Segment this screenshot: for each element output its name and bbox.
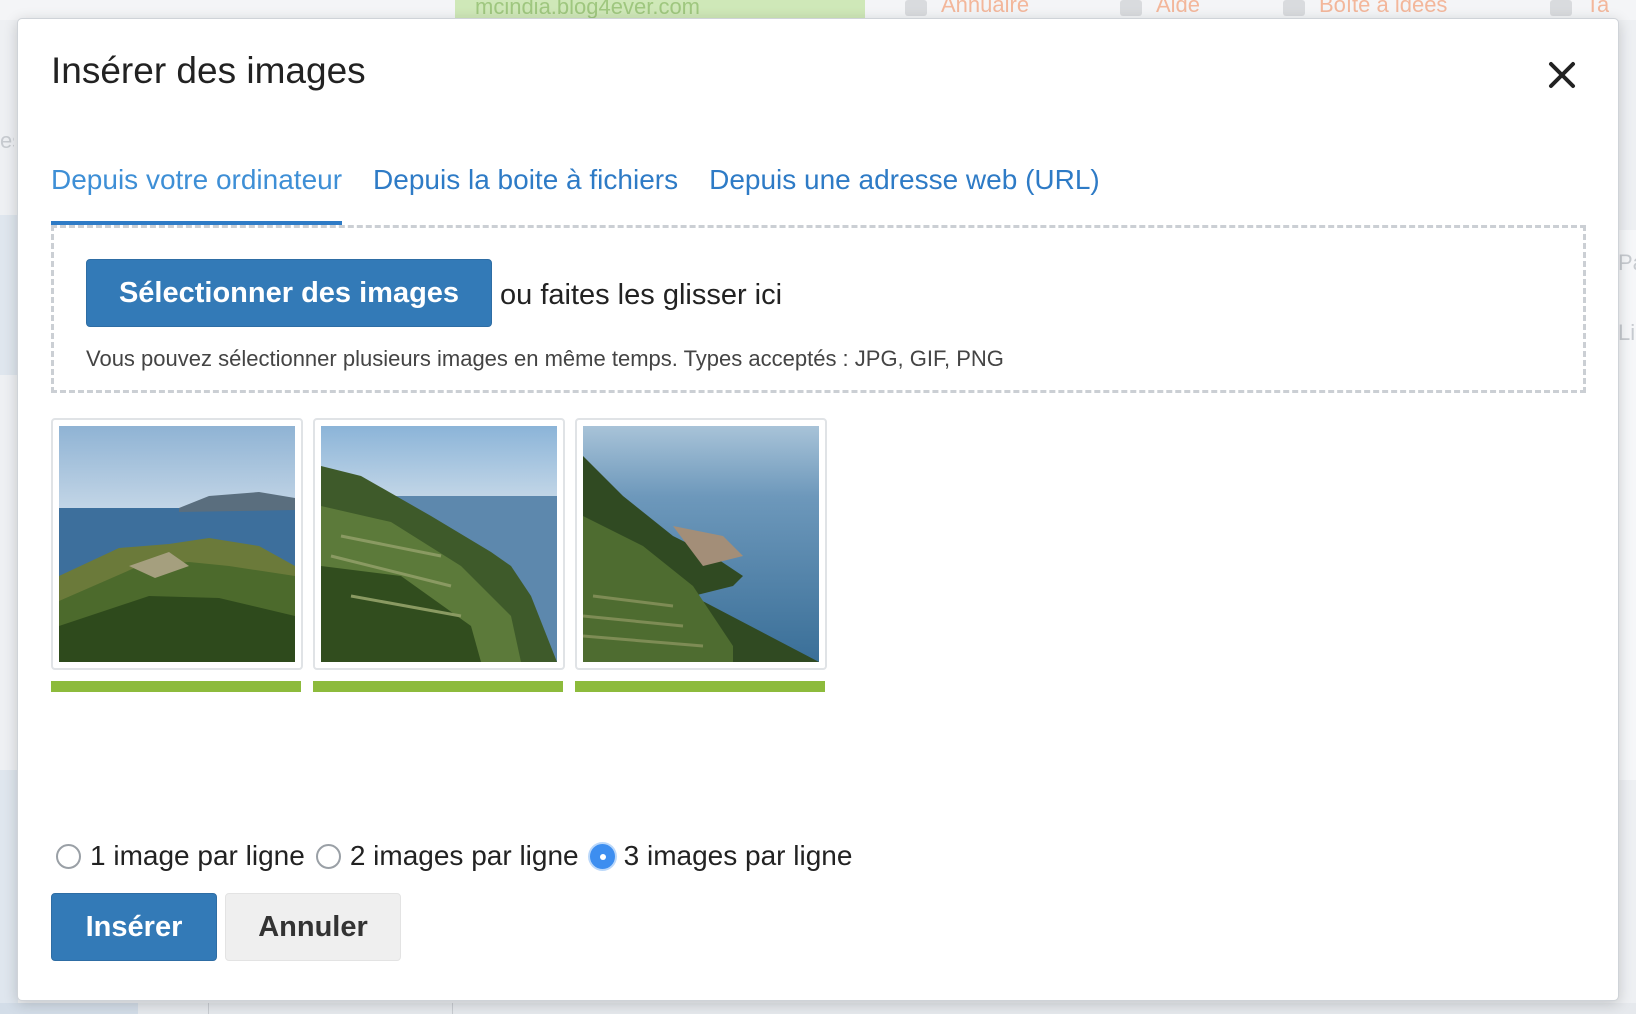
drop-instruction: ou faites les glisser ici (500, 279, 783, 311)
background-bottom-bar (0, 1003, 1636, 1014)
help-icon (1120, 0, 1142, 16)
landscape-photo (321, 426, 557, 662)
option-label: 3 images par ligne (623, 840, 853, 871)
landscape-photo (583, 426, 819, 662)
tab-computer[interactable]: Depuis votre ordinateur (51, 149, 343, 225)
accepted-types-help: Vous pouvez sélectionner plusieurs image… (86, 346, 1004, 371)
landscape-photo (59, 426, 295, 662)
close-icon (1549, 62, 1575, 88)
images-per-row-options: 1 image par ligne 2 images par ligne 3 i… (56, 839, 863, 873)
background-menu-ta: Ta (1550, 0, 1609, 16)
upload-progress-fill (51, 681, 301, 692)
lightbulb-icon (1283, 0, 1305, 16)
clock-icon (1550, 0, 1572, 16)
upload-progress-fill (575, 681, 825, 692)
upload-progress-bar (313, 681, 563, 692)
background-menu-annuaire: Annuaire (905, 0, 1029, 16)
source-tabs: Depuis votre ordinateur Depuis la boite … (51, 149, 1131, 225)
tab-web-url[interactable]: Depuis une adresse web (URL) (709, 149, 1100, 221)
background-left-panel (0, 215, 18, 375)
insert-images-dialog: Insérer des images Depuis votre ordinate… (17, 18, 1619, 1001)
background-menu-aide: Aide (1120, 0, 1200, 16)
background-left-fragment: es (0, 128, 14, 153)
background-right-fragment: Lie (1618, 320, 1636, 345)
background-right-fragment: Pa (1618, 250, 1636, 275)
upload-progress-bar (575, 681, 825, 692)
option-label: 2 images par ligne (349, 840, 579, 871)
drop-zone[interactable]: Sélectionner des images ou faites les gl… (51, 225, 1586, 393)
upload-progress-fill (313, 681, 563, 692)
radio-3-per-row[interactable] (589, 843, 615, 869)
select-images-button[interactable]: Sélectionner des images (86, 259, 492, 327)
background-site-label: mcindia.blog4ever.com (455, 0, 865, 18)
upload-progress-bar (51, 681, 301, 692)
background-left-panel-lower (0, 770, 18, 1014)
background-right-panel (1617, 230, 1636, 780)
image-thumbnail[interactable] (575, 418, 827, 670)
option-3-per-row[interactable]: 3 images par ligne (589, 839, 853, 873)
dialog-title: Insérer des images (51, 50, 366, 91)
background-menu-idees: Boîte à idées (1283, 0, 1447, 16)
radio-1-per-row[interactable] (56, 843, 81, 869)
option-1-per-row[interactable]: 1 image par ligne (56, 839, 305, 873)
book-icon (905, 0, 927, 16)
cancel-button[interactable]: Annuler (225, 893, 401, 961)
tab-file-box[interactable]: Depuis la boite à fichiers (373, 149, 678, 221)
insert-button[interactable]: Insérer (51, 893, 217, 961)
option-label: 1 image par ligne (90, 840, 305, 871)
close-button[interactable] (1544, 57, 1580, 93)
option-2-per-row[interactable]: 2 images par ligne (315, 839, 579, 873)
radio-2-per-row[interactable] (315, 843, 341, 869)
image-thumbnail[interactable] (51, 418, 303, 670)
image-thumbnail[interactable] (313, 418, 565, 670)
